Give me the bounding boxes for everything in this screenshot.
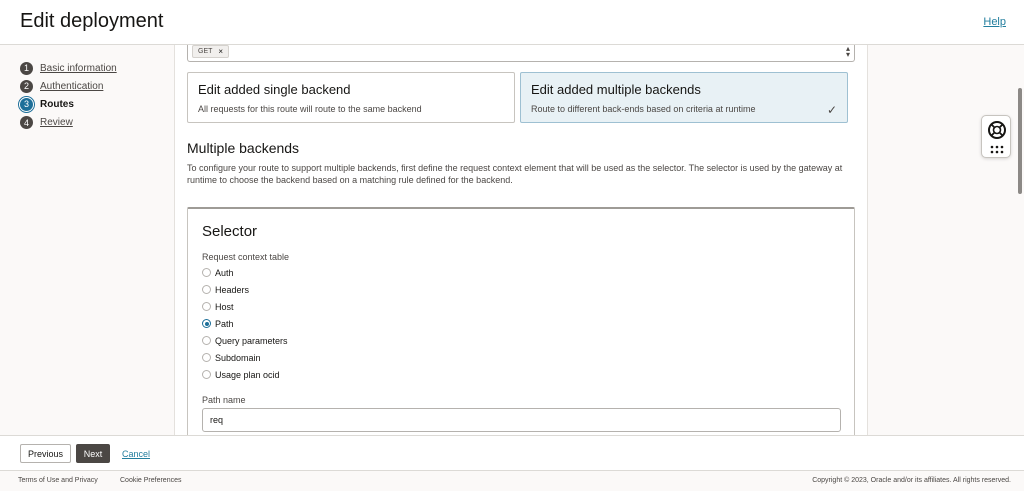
step-review[interactable]: 4 Review bbox=[20, 114, 170, 132]
radio-button[interactable] bbox=[202, 370, 211, 379]
radio-host[interactable]: Host bbox=[202, 298, 288, 315]
step-number: 1 bbox=[20, 61, 33, 75]
method-chip-label: GET bbox=[198, 48, 213, 55]
section-description: To configure your route to support multi… bbox=[187, 163, 843, 185]
updown-chevron-icon[interactable]: ▴ ▾ bbox=[846, 45, 850, 59]
radio-button[interactable] bbox=[202, 302, 211, 311]
card-title: Edit added single backend bbox=[198, 82, 351, 97]
radio-subdomain[interactable]: Subdomain bbox=[202, 349, 288, 366]
single-backend-card[interactable]: Edit added single backend All requests f… bbox=[187, 72, 515, 123]
wizard-steps: 1 Basic information 2 Authentication 3 R… bbox=[20, 59, 170, 132]
step-number: 3 bbox=[20, 97, 33, 111]
path-name-label: Path name bbox=[202, 395, 246, 405]
step-number: 2 bbox=[20, 79, 33, 93]
help-link[interactable]: Help bbox=[983, 16, 1006, 28]
legal-footer: Terms of Use and Privacy Cookie Preferen… bbox=[0, 470, 1024, 491]
request-context-radio-group: Auth Headers Host Path Query parameters … bbox=[202, 264, 288, 383]
selector-panel: Selector Request context table Auth Head… bbox=[187, 207, 855, 435]
terms-link[interactable]: Terms of Use and Privacy bbox=[18, 477, 98, 484]
help-widget[interactable] bbox=[981, 115, 1011, 158]
radio-path[interactable]: Path bbox=[202, 315, 288, 332]
card-description: Route to different back-ends based on cr… bbox=[531, 104, 756, 114]
methods-select[interactable]: GET × ▴ ▾ bbox=[187, 45, 855, 62]
path-name-input[interactable] bbox=[202, 408, 841, 432]
backend-type-cards: Edit added single backend All requests f… bbox=[187, 72, 848, 123]
step-number: 4 bbox=[20, 116, 33, 130]
page-title: Edit deployment bbox=[20, 10, 164, 32]
selector-title: Selector bbox=[202, 223, 258, 240]
method-chip: GET × bbox=[192, 45, 230, 58]
page-scrollbar[interactable] bbox=[1018, 88, 1022, 194]
previous-button[interactable]: Previous bbox=[20, 444, 71, 463]
radio-label: Auth bbox=[215, 267, 234, 278]
step-label: Routes bbox=[40, 98, 74, 110]
main-panel: GET × ▴ ▾ Edit added single backend All r… bbox=[174, 45, 868, 435]
radio-label: Path bbox=[215, 318, 234, 329]
wizard-footer: Previous Next Cancel bbox=[0, 435, 1024, 470]
next-button[interactable]: Next bbox=[76, 444, 110, 463]
radio-button[interactable] bbox=[202, 285, 211, 294]
request-context-label: Request context table bbox=[202, 252, 290, 262]
radio-button-selected[interactable] bbox=[202, 319, 211, 328]
radio-label: Subdomain bbox=[215, 352, 261, 363]
remove-chip-icon[interactable]: × bbox=[218, 47, 223, 56]
radio-query-parameters[interactable]: Query parameters bbox=[202, 332, 288, 349]
card-title: Edit added multiple backends bbox=[531, 82, 701, 97]
cookie-preferences-link[interactable]: Cookie Preferences bbox=[120, 477, 181, 484]
lifebuoy-icon bbox=[988, 121, 1006, 139]
multiple-backends-card[interactable]: Edit added multiple backends Route to di… bbox=[520, 72, 848, 123]
radio-usage-plan-ocid[interactable]: Usage plan ocid bbox=[202, 366, 288, 383]
radio-label: Headers bbox=[215, 284, 250, 295]
cancel-link[interactable]: Cancel bbox=[122, 449, 150, 459]
radio-label: Usage plan ocid bbox=[215, 369, 280, 380]
radio-headers[interactable]: Headers bbox=[202, 281, 288, 298]
radio-label: Host bbox=[215, 301, 234, 312]
page-header: Edit deployment Help bbox=[0, 0, 1024, 45]
step-authentication[interactable]: 2 Authentication bbox=[20, 77, 170, 95]
radio-button[interactable] bbox=[202, 353, 211, 362]
card-description: All requests for this route will route t… bbox=[198, 104, 422, 114]
checkmark-icon: ✓ bbox=[826, 103, 837, 117]
step-label[interactable]: Review bbox=[40, 117, 73, 128]
step-label[interactable]: Basic information bbox=[40, 63, 117, 74]
copyright-text: Copyright © 2023, Oracle and/or its affi… bbox=[812, 477, 1011, 484]
radio-button[interactable] bbox=[202, 268, 211, 277]
radio-label: Query parameters bbox=[215, 335, 288, 346]
step-basic-information[interactable]: 1 Basic information bbox=[20, 59, 170, 77]
radio-auth[interactable]: Auth bbox=[202, 264, 288, 281]
step-label[interactable]: Authentication bbox=[40, 81, 103, 92]
section-title: Multiple backends bbox=[187, 140, 300, 156]
step-routes: 3 Routes bbox=[20, 95, 170, 113]
apps-grid-icon bbox=[990, 145, 1004, 154]
radio-button[interactable] bbox=[202, 336, 211, 345]
